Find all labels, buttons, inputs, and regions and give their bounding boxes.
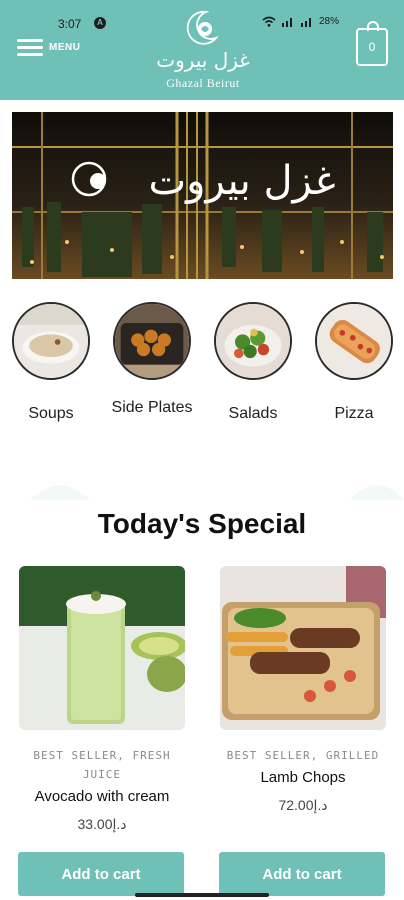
shopping-bag-icon [367, 21, 379, 31]
product-tags: BEST SELLER, GRILLED [226, 749, 380, 762]
background-pattern [30, 485, 90, 500]
logo-english-text: Ghazal Beirut [166, 76, 240, 90]
add-to-cart-button[interactable]: Add to cart [18, 852, 184, 896]
category-side-plates[interactable]: Side Plates [107, 302, 197, 418]
cart-count: 0 [368, 40, 376, 54]
section-title: Today's Special [97, 508, 307, 539]
category-label: Salads [228, 405, 278, 422]
notification-icon: A [94, 17, 106, 29]
product-card[interactable]: BEST SELLER, GRILLED Lamb Chops د.إ72.00… [219, 566, 386, 900]
product-image [19, 566, 185, 730]
wifi-icon [262, 16, 276, 27]
logo-arabic-text: غزل بيروت [156, 48, 250, 72]
category-salads[interactable]: Salads [208, 302, 298, 424]
signal-icon-2 [301, 18, 311, 27]
logo-crescent-icon [186, 10, 219, 45]
product-name: Avocado with cream [34, 788, 170, 805]
banner-image: غزل بيروت [12, 112, 393, 279]
add-to-cart-button[interactable]: Add to cart [219, 852, 385, 896]
product-price: د.إ72.00 [278, 797, 328, 813]
side-plates-image [113, 302, 191, 380]
product-name: Lamb Chops [260, 769, 346, 786]
signal-icon [282, 18, 292, 27]
product-tags: BEST SELLER, FRESH JUICE [33, 749, 171, 781]
status-time: 3:07 [58, 17, 82, 31]
product-image [220, 566, 386, 730]
menu-button[interactable]: MENU [17, 38, 80, 56]
category-label: Pizza [334, 405, 374, 422]
home-indicator[interactable] [135, 893, 269, 897]
product-price: 33.00د.إ [77, 816, 127, 832]
category-label: Soups [28, 405, 74, 422]
category-soups[interactable]: Soups [6, 302, 96, 424]
product-card[interactable]: BEST SELLER, FRESH JUICE Avocado with cr… [18, 566, 185, 900]
soups-image [12, 302, 90, 380]
app-header: 3:07 A 28% MENU غزل بيروت Ghazal Beirut … [0, 0, 404, 100]
background-pattern [350, 485, 404, 500]
category-label: Side Plates [111, 399, 193, 416]
menu-label: MENU [49, 41, 81, 53]
pizza-image [315, 302, 393, 380]
category-list: Soups Side Plates Salads Pizza [0, 302, 404, 452]
restaurant-banner: غزل بيروت [12, 112, 393, 279]
category-pizza[interactable]: Pizza [309, 302, 399, 424]
salads-image [214, 302, 292, 380]
restaurant-logo: غزل بيروت Ghazal Beirut [150, 6, 256, 94]
cart-button[interactable]: 0 [356, 21, 388, 66]
status-icons: 28% [262, 16, 339, 27]
battery-level: 28% [319, 16, 340, 27]
banner-sign-text: غزل بيروت [148, 158, 335, 204]
hamburger-icon [17, 38, 43, 56]
